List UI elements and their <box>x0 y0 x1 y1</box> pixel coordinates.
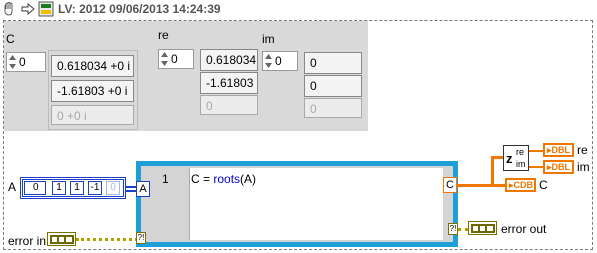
error-cluster-out[interactable] <box>468 221 497 235</box>
a-element-0[interactable]: 1 <box>52 181 66 195</box>
spinner-icon[interactable] <box>8 54 17 70</box>
re-element-1[interactable]: -1.61803 <box>200 72 258 94</box>
c-label: C <box>539 178 548 192</box>
im-indicator[interactable]: ▸DBL <box>543 160 574 174</box>
error-out-wire <box>458 228 468 231</box>
im-element-1[interactable]: 0 <box>304 75 362 97</box>
re-element-2[interactable]: 0 <box>200 95 258 115</box>
re-array-index[interactable]: 0 <box>158 49 194 69</box>
toolbar: LV: 2012 09/06/2013 14:24:39 <box>0 0 240 18</box>
error-in-terminal[interactable]: ?! <box>136 232 146 244</box>
im-element-0[interactable]: 0 <box>304 52 362 74</box>
complex-to-reim-node[interactable]: z re im <box>503 145 529 171</box>
c-wire <box>491 156 494 187</box>
re-indicator[interactable]: ▸DBL <box>543 143 574 157</box>
error-out-terminal[interactable]: ?! <box>448 223 458 235</box>
c-element-2[interactable]: 0 +0 i <box>51 105 134 125</box>
im-array-label: im <box>262 32 275 46</box>
error-in-label: error in <box>8 234 47 248</box>
a-array-label: A <box>8 180 17 194</box>
error-out-label: error out <box>501 222 547 236</box>
window-title: LV: 2012 09/06/2013 14:24:39 <box>58 2 221 16</box>
script-line-number: 1 <box>162 172 169 186</box>
error-wire <box>76 238 138 241</box>
c-element-0[interactable]: 0.618034 +0 i <box>51 55 134 77</box>
re-wire <box>529 150 543 152</box>
c-element-1[interactable]: -1.61803 +0 i <box>51 80 134 102</box>
im-label: im <box>577 160 590 174</box>
im-wire <box>529 166 543 168</box>
im-element-2[interactable]: 0 <box>304 98 362 118</box>
a-array-index[interactable]: 0 <box>24 181 46 195</box>
hand-icon[interactable] <box>2 2 16 16</box>
error-cluster-icon <box>50 235 74 244</box>
re-element-0[interactable]: 0.618034 <box>200 49 258 71</box>
re-array-label: re <box>158 28 169 42</box>
output-terminal-c[interactable]: C <box>443 177 457 193</box>
vi-icon <box>38 1 54 17</box>
error-cluster-icon <box>471 224 495 233</box>
arrow-icon[interactable] <box>21 3 35 15</box>
c-array-label: C <box>6 32 15 46</box>
a-element-3[interactable]: 0 <box>106 181 120 195</box>
spinner-icon[interactable] <box>160 51 169 67</box>
im-array-index[interactable]: 0 <box>262 51 298 71</box>
a-element-2[interactable]: -1 <box>88 181 102 195</box>
c-wire <box>457 184 505 187</box>
roots-function: roots <box>213 172 241 186</box>
c-array-index[interactable]: 0 <box>6 52 46 72</box>
re-label: re <box>577 143 588 157</box>
error-cluster-in[interactable] <box>47 232 76 246</box>
a-element-1[interactable]: 1 <box>70 181 84 195</box>
c-wire <box>491 156 503 159</box>
c-indicator[interactable]: ▸CDB <box>505 178 536 192</box>
script-code[interactable]: C = roots(A) <box>191 172 256 186</box>
input-terminal-a[interactable]: A <box>136 181 150 197</box>
spinner-icon[interactable] <box>264 53 273 69</box>
